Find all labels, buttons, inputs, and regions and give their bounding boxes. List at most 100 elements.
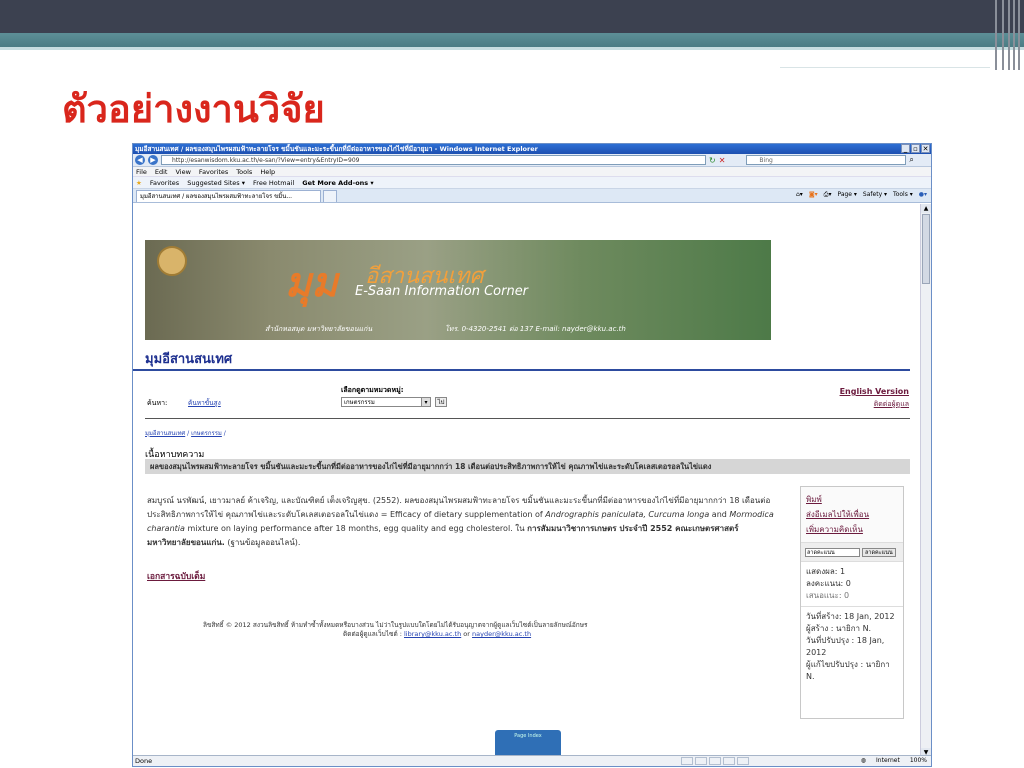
menu-bar: File Edit View Favorites Tools Help	[133, 167, 931, 177]
editor: ผู้แก้ไขปรับปรุง : นายิกา N.	[806, 660, 890, 681]
university-seal-icon	[157, 246, 187, 276]
maximize-button[interactable]: ▫	[911, 144, 920, 153]
tab-bar: มุมอีสานสนเทศ / ผลของสมุนไพรผสมฟ้าทะลายโ…	[133, 189, 931, 203]
slide-decoration-tab	[780, 50, 990, 68]
zone-label: Internet	[876, 757, 900, 764]
zoom-label[interactable]: 100%	[910, 757, 927, 764]
creator: ผู้สร้าง : นายิกา N.	[806, 624, 872, 633]
banner-big-text: มุม	[285, 260, 338, 306]
print-link[interactable]: พิมพ์	[806, 492, 898, 507]
fav-get-addons[interactable]: Get More Add-ons ▾	[302, 179, 373, 187]
article-title: ผลของสมุนไพรผสมฟ้าทะลายโจร ขมิ้นชันและมะ…	[145, 459, 910, 474]
fav-suggested-sites[interactable]: Suggested Sites ▾	[187, 179, 245, 187]
cmd-safety[interactable]: Safety ▾	[863, 191, 887, 199]
cmd-page[interactable]: Page ▾	[837, 191, 856, 199]
menu-tools[interactable]: Tools	[236, 168, 252, 176]
citation-text-2: mixture on laying performance after 18 m…	[184, 524, 528, 533]
favorites-bar: ★ Favorites Suggested Sites ▾ Free Hotma…	[133, 177, 931, 189]
email-nayder-link[interactable]: nayder@kku.ac.th	[472, 630, 531, 638]
window-titlebar: มุมอีสานสนเทศ / ผลของสมุนไพรผสมฟ้าทะลายโ…	[133, 144, 931, 154]
command-bar: ⌂▾ ◙▾ ⎙▾ Page ▾ Safety ▾ Tools ▾ ●▾	[796, 191, 927, 199]
article-sidebar: พิมพ์ ส่งอีเมลไปให้เพื่อน เพิ่มความคิดเห…	[800, 486, 904, 719]
browser-window: มุมอีสานสนเทศ / ผลของสมุนไพรผสมฟ้าทะลายโ…	[132, 143, 932, 767]
globe-icon: ◍	[860, 757, 867, 764]
slide-top-bar	[0, 0, 1024, 33]
menu-view[interactable]: View	[175, 168, 190, 176]
advanced-search-link[interactable]: ค้นหาขั้นสูง	[188, 398, 221, 408]
fav-free-hotmail[interactable]: Free Hotmail	[253, 179, 294, 187]
banner-contact-text: โทร. 0-4320-2541 ต่อ 137 E-mail: nayder@…	[445, 325, 626, 333]
nav-divider	[145, 418, 910, 419]
banner-english-text: E-Saan Information Corner	[355, 284, 529, 299]
votes-count: ลงคะแนน: 0	[806, 579, 851, 588]
contact-label: ติดต่อผู้ดูแลเว็บไซต์ :	[343, 630, 404, 638]
original-document-link[interactable]: เอกสารฉบับเต็ม	[147, 569, 205, 583]
slide-decoration	[984, 0, 1024, 70]
created-date: วันที่สร้าง: 18 Jan, 2012	[806, 612, 895, 621]
page-index-widget[interactable]: Page Index	[495, 730, 561, 757]
star-icon: ★	[136, 178, 142, 187]
status-bar: Done ◍ Internet 100%	[133, 755, 931, 766]
article-citation: สมบูรณ์ นรพัฒน์, เยาวมาลย์ ค้าเจริญ, และ…	[147, 494, 782, 550]
status-text: Done	[135, 757, 153, 765]
menu-favorites[interactable]: Favorites	[199, 168, 228, 176]
stop-icon[interactable]: ✕	[719, 156, 726, 165]
refresh-icon[interactable]: ↻	[709, 156, 716, 165]
vertical-scrollbar[interactable]: ▲ ▼	[920, 204, 931, 757]
updated-date: วันที่ปรับปรุง : 18 Jan, 2012	[806, 636, 885, 657]
address-bar: ◀ ▶ http://esanwisdom.kku.ac.th/e-san/?V…	[133, 154, 931, 167]
category-label: เลือกดูตามหมวดหมู่:	[341, 386, 404, 394]
breadcrumb-category[interactable]: เกษตรกรรม	[191, 430, 222, 437]
scroll-thumb[interactable]	[922, 214, 930, 284]
menu-edit[interactable]: Edit	[155, 168, 168, 176]
category-select[interactable]: ▾ เกษตรกรรม	[341, 397, 431, 407]
rating-button[interactable]: ลาดคะแนน	[862, 547, 896, 557]
print-icon[interactable]: ⎙▾	[824, 191, 832, 199]
citation-db: (ฐานข้อมูลออนไลน์).	[224, 538, 301, 547]
citation-and: and	[709, 510, 730, 519]
citation-species-1: Andrographis paniculata, Curcuma longa	[545, 510, 710, 519]
or-text: or	[461, 630, 473, 638]
rating-select[interactable]: ลาดคะแนน	[805, 547, 860, 557]
search-icon[interactable]: ⌕	[909, 155, 913, 165]
email-library-link[interactable]: library@kku.ac.th	[404, 630, 461, 638]
slide-accent-band	[0, 33, 1024, 47]
site-banner: มุม อีสานสนเทศ E-Saan Information Corner…	[145, 240, 771, 340]
menu-help[interactable]: Help	[260, 168, 275, 176]
suggestion-count: เสนอแนะ: 0	[806, 591, 850, 600]
search-label: ค้นหา:	[147, 399, 168, 407]
cmd-tools[interactable]: Tools ▾	[893, 191, 913, 199]
go-button[interactable]: ไป	[435, 397, 447, 407]
english-version-link[interactable]: English Version	[840, 387, 909, 396]
close-button[interactable]: ✕	[921, 144, 930, 153]
status-cells	[681, 757, 749, 765]
page-content: มุม อีสานสนเทศ E-Saan Information Corner…	[133, 204, 921, 757]
new-tab-button[interactable]	[323, 190, 337, 202]
url-input[interactable]: http://esanwisdom.kku.ac.th/e-san/?View=…	[161, 155, 706, 165]
back-icon[interactable]: ◀	[135, 155, 145, 165]
slide-title: ตัวอย่างงานวิจัย	[62, 87, 325, 131]
window-title: มุมอีสานสนเทศ / ผลของสมุนไพรผสมฟ้าทะลายโ…	[135, 145, 538, 153]
article-meta: วันที่สร้าง: 18 Jan, 2012 ผู้สร้าง : นาย…	[801, 606, 903, 687]
favorites-button[interactable]: Favorites	[150, 179, 179, 187]
views-count: แสดงผล: 1	[806, 567, 846, 576]
email-friend-link[interactable]: ส่งอีเมลไปให้เพื่อน	[806, 507, 898, 522]
minimize-button[interactable]: _	[901, 144, 910, 153]
category-value: เกษตรกรรม	[344, 399, 375, 406]
help-icon[interactable]: ●▾	[919, 191, 927, 199]
contact-admin-link[interactable]: ติดต่อผู้ดูแล	[874, 399, 909, 410]
browser-tab[interactable]: มุมอีสานสนเทศ / ผลของสมุนไพรผสมฟ้าทะลายโ…	[136, 190, 321, 202]
breadcrumb: มุมอีสานสนเทศ / เกษตรกรรม /	[145, 430, 226, 437]
header-divider	[133, 369, 910, 371]
scroll-up-icon[interactable]: ▲	[921, 204, 931, 213]
forward-icon[interactable]: ▶	[148, 155, 158, 165]
add-comment-link[interactable]: เพิ่มความคิดเห็น	[806, 522, 898, 537]
rating-row: ลาดคะแนน ลาดคะแนน	[801, 542, 903, 562]
feeds-icon[interactable]: ◙▾	[809, 191, 818, 199]
search-input[interactable]: Bing	[746, 155, 907, 165]
home-icon[interactable]: ⌂▾	[796, 191, 803, 199]
breadcrumb-home[interactable]: มุมอีสานสนเทศ	[145, 430, 185, 437]
article-stats: แสดงผล: 1 ลงคะแนน: 0 เสนอแนะ: 0	[801, 562, 903, 606]
menu-file[interactable]: File	[136, 168, 147, 176]
contact-line: ติดต่อผู้ดูแลเว็บไซต์ : library@kku.ac.t…	[343, 629, 531, 639]
